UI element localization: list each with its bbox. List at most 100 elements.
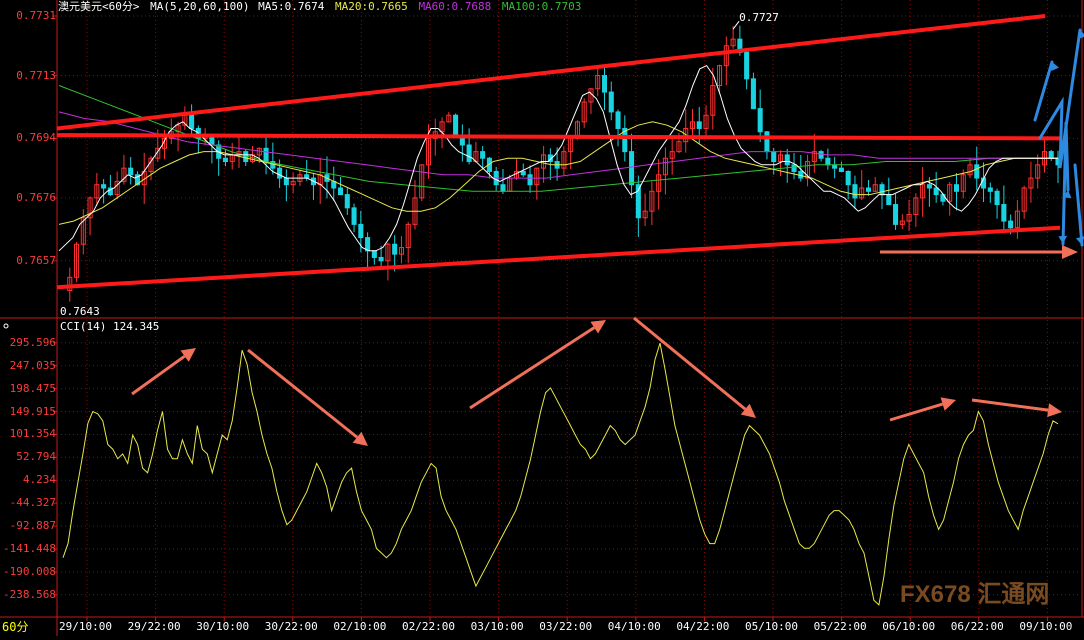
projection-arrow-head	[1062, 245, 1078, 259]
candle-down	[744, 51, 750, 80]
projection-arrow-head	[1058, 235, 1067, 244]
high-annotation: 0.7727	[739, 11, 779, 24]
candle-down	[750, 78, 756, 110]
cci-tick-label: 149.915	[9, 404, 56, 418]
candle-down	[189, 114, 195, 129]
time-tick-label: 05/22:00	[813, 620, 867, 633]
candle-down	[771, 151, 777, 163]
time-tick-label: 06/10:00	[882, 620, 936, 633]
candle-down	[1001, 204, 1007, 222]
time-tick-label: 04/10:00	[607, 620, 661, 633]
price-tick-label: 0.7694	[16, 131, 56, 145]
time-tick-label: 04/22:00	[676, 620, 730, 633]
candle-down	[879, 184, 885, 196]
candle-down	[371, 250, 377, 258]
candle-down	[101, 184, 107, 189]
channel-upper-line	[56, 14, 1046, 131]
candle-down	[757, 108, 763, 133]
candle-down	[608, 91, 614, 113]
ma60-label: MA60:0.7688	[418, 0, 492, 13]
candle-down	[838, 167, 844, 172]
cci-trend-arrow	[633, 316, 747, 411]
cci-trend-arrow-head	[1047, 403, 1062, 418]
candle-down	[263, 147, 269, 163]
cci-tick-label: -190.008	[3, 564, 56, 578]
candle-down	[865, 187, 872, 192]
candle-down	[933, 187, 939, 196]
cci-trend-arrow-head	[940, 397, 956, 411]
candle-down	[365, 237, 371, 252]
ma20-label: MA20:0.7665	[334, 0, 408, 13]
ma-param-label: MA(5,20,60,100)	[150, 0, 250, 13]
time-tick-label: 29/10:00	[59, 620, 112, 633]
cci-tick-label: 101.354	[9, 427, 56, 441]
cci-tick-label: 247.035	[9, 358, 56, 372]
candle-down	[128, 167, 134, 176]
time-tick-label: 09/10:00	[1019, 620, 1073, 633]
candle-down	[791, 164, 797, 172]
candle-down	[358, 223, 364, 239]
candle-down	[277, 167, 283, 179]
price-tick-label: 0.7713	[16, 68, 56, 82]
candle-down	[527, 174, 533, 186]
candle-down	[337, 187, 344, 196]
time-tick-label: 03/10:00	[470, 620, 524, 633]
time-tick-label: 30/10:00	[196, 620, 250, 633]
candle-down	[453, 114, 459, 136]
candle-down	[818, 151, 824, 159]
channel-lower-line	[56, 225, 1061, 290]
candle-down	[222, 157, 228, 163]
candle-down	[520, 170, 526, 176]
candle-down	[926, 184, 932, 189]
candle-down	[886, 194, 892, 206]
price-tick-label: 0.7676	[16, 190, 56, 204]
price-tick-label: 0.7731	[16, 9, 56, 22]
cci-line	[62, 342, 1059, 606]
candle-down	[825, 157, 831, 166]
symbol-title: 澳元美元<60分>	[58, 0, 140, 13]
ma100-label: MA100:0.7703	[501, 0, 582, 13]
cci-trend-arrow	[131, 354, 186, 396]
cci-tick-label: 52.794	[16, 450, 56, 464]
candle-down	[283, 177, 289, 186]
cci-tick-label: 198.475	[9, 381, 56, 395]
cci-tick-label: -141.448	[3, 541, 56, 555]
candle-down	[784, 154, 790, 166]
chart-window: 0.7727 0.7643 澳元美元<60分> MA(5,20,60,100) M…	[0, 0, 1084, 636]
candle-down	[845, 170, 851, 186]
candle-down	[696, 121, 702, 129]
candle-down	[987, 187, 993, 192]
cci-tick-label: 4.234	[22, 473, 56, 487]
low-annotation: 0.7643	[60, 305, 100, 318]
cci-trend-arrow	[971, 398, 1049, 412]
cci-trend-arrow	[469, 326, 596, 410]
candle-down	[378, 256, 384, 262]
candle-down	[344, 194, 350, 209]
candle-down	[764, 131, 770, 153]
candle-down	[994, 190, 1000, 206]
candle-down	[466, 144, 472, 163]
panel-marker	[3, 323, 9, 329]
candle-down	[500, 184, 506, 192]
time-tick-label: 02/22:00	[402, 620, 455, 633]
cci-trend-arrow-head	[180, 348, 196, 362]
cci-trend-arrow-head	[590, 320, 606, 334]
ma5-label: MA5:0.7674	[258, 0, 325, 13]
candle-down	[953, 184, 960, 192]
cci-tick-label: -44.327	[9, 496, 56, 510]
cci-tick-label: -238.568	[3, 587, 56, 601]
candle-down	[1008, 220, 1014, 229]
candle-down	[480, 151, 486, 159]
candle-down	[615, 111, 621, 129]
candle-down	[304, 174, 310, 179]
time-tick-label: 29/22:00	[127, 620, 181, 633]
price-tick-label: 0.7657	[16, 253, 56, 267]
cci-trend-arrow	[247, 348, 359, 439]
period-selector[interactable]: 60分	[2, 620, 28, 634]
time-tick-label: 05/10:00	[745, 620, 798, 633]
candle-down	[601, 75, 608, 93]
candle-down	[629, 151, 635, 186]
cci-tick-label: 295.596	[9, 335, 56, 349]
candle-down	[1048, 151, 1054, 159]
time-tick-label: 03/22:00	[539, 620, 593, 633]
